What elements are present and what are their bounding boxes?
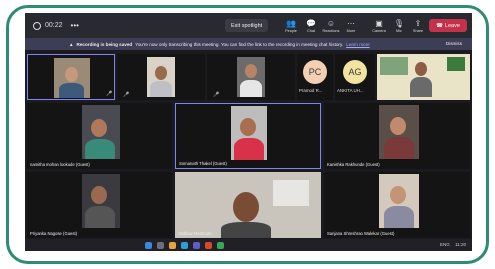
chat-icon: 💬 (306, 19, 316, 28)
participant-tile[interactable]: 🎤 (27, 54, 115, 100)
dismiss-button[interactable]: Dismiss (446, 41, 462, 46)
participant-name: Somanath Thakel (Guest) (179, 161, 227, 166)
system-tray: ENG 11:20 (440, 242, 466, 247)
participant-name: namitha mohan lookude (Guest) (30, 162, 90, 167)
shield-icon (33, 21, 41, 30)
participant-name: Priyanka Nagose (Guest) (30, 231, 78, 236)
edge-icon[interactable] (181, 241, 188, 249)
participant-tile[interactable]: Sanjana Shreshrao Walekar (Guest) (324, 172, 470, 238)
meeting-toolbar: 00:22 ••• Exit spotlight 👥 People 💬 Chat… (25, 13, 472, 38)
participant-name: Kanishka Rakhunde (Guest) (327, 162, 380, 167)
people-button[interactable]: 👥 People (281, 16, 301, 36)
chat-label: Chat (306, 29, 316, 33)
participant-name: Pramod R... (299, 88, 323, 93)
teams-meeting-window: 00:22 ••• Exit spotlight 👥 People 💬 Chat… (25, 13, 472, 251)
participant-tile[interactable]: 🎤 (207, 54, 295, 100)
mic-icon: 🎙 (393, 19, 405, 28)
recording-banner: ▲ Recording is being saved You're now on… (25, 38, 472, 50)
participant-tile[interactable]: 🎤 (117, 54, 205, 100)
search-icon[interactable] (157, 241, 164, 249)
participant-name: Sanjana Shreshrao Walekar (Guest) (327, 231, 395, 236)
chrome-icon[interactable] (217, 241, 224, 249)
banner-title: Recording is being saved (76, 41, 133, 47)
participant-tile[interactable]: AG ANKITA UH... (335, 54, 375, 100)
avatar: AG (343, 60, 367, 84)
people-icon: 👥 (286, 19, 296, 28)
participant-tile[interactable]: namitha mohan lookude (Guest) (27, 103, 172, 169)
office-icon[interactable] (205, 241, 212, 249)
mic-off-icon: 🎤 (106, 91, 113, 97)
mic-off-icon: 🎤 (213, 92, 220, 98)
chat-button[interactable]: 💬 Chat (301, 16, 321, 36)
avatar: PC (303, 60, 327, 84)
share-icon: ⇪ (414, 19, 422, 28)
mic-label: Mic (396, 29, 402, 33)
share-label: Share (412, 29, 424, 33)
participant-tile[interactable]: Somanath Thakel (Guest) (175, 103, 321, 169)
leave-label: Leave (444, 22, 460, 29)
meeting-timer: 00:22 (45, 22, 63, 29)
share-button[interactable]: ⇪ Share (408, 16, 428, 36)
camera-icon: ▣ (375, 19, 383, 28)
more-button[interactable]: ⋯ More (341, 16, 361, 36)
participant-tile[interactable]: Vaibhav Meshram (175, 172, 321, 238)
people-label: People (285, 29, 297, 33)
camera-button[interactable]: ▣ Camera (369, 16, 389, 36)
participant-name: ANKITA UH... (337, 88, 364, 93)
file-explorer-icon[interactable] (169, 241, 176, 249)
reactions-button[interactable]: ☺ Reactions (321, 16, 341, 36)
participant-tile[interactable]: PC Pramod R... (297, 54, 333, 100)
more-icon: ⋯ (347, 19, 355, 28)
learn-more-link[interactable]: Learn more (346, 42, 370, 47)
mic-off-icon: 🎤 (123, 92, 130, 98)
teams-icon[interactable] (193, 241, 200, 249)
banner-text: You're now only transcribing this meetin… (135, 41, 344, 47)
leave-button[interactable]: ☎ Leave (429, 19, 467, 32)
windows-start-icon[interactable] (145, 241, 152, 249)
clock: 11:20 (455, 242, 466, 247)
reactions-icon: ☺ (326, 19, 336, 28)
more-options-icon[interactable]: ••• (71, 21, 79, 30)
participant-tile[interactable]: Priyanka Nagose (Guest) (27, 172, 172, 238)
language-indicator: ENG (440, 242, 450, 247)
reactions-label: Reactions (322, 29, 340, 33)
warning-icon: ▲ (69, 41, 74, 47)
camera-label: Camera (372, 29, 386, 33)
exit-spotlight-button[interactable]: Exit spotlight (225, 19, 269, 32)
mic-button[interactable]: 🎙 Mic (389, 16, 409, 36)
participant-name: Vaibhav Meshram (178, 231, 212, 236)
windows-taskbar: ENG 11:20 (25, 239, 472, 251)
participant-tile[interactable] (377, 54, 470, 100)
phone-icon: ☎ (436, 22, 443, 29)
participant-tile[interactable]: Kanishka Rakhunde (Guest) (324, 103, 470, 169)
more-label: More (346, 29, 356, 33)
